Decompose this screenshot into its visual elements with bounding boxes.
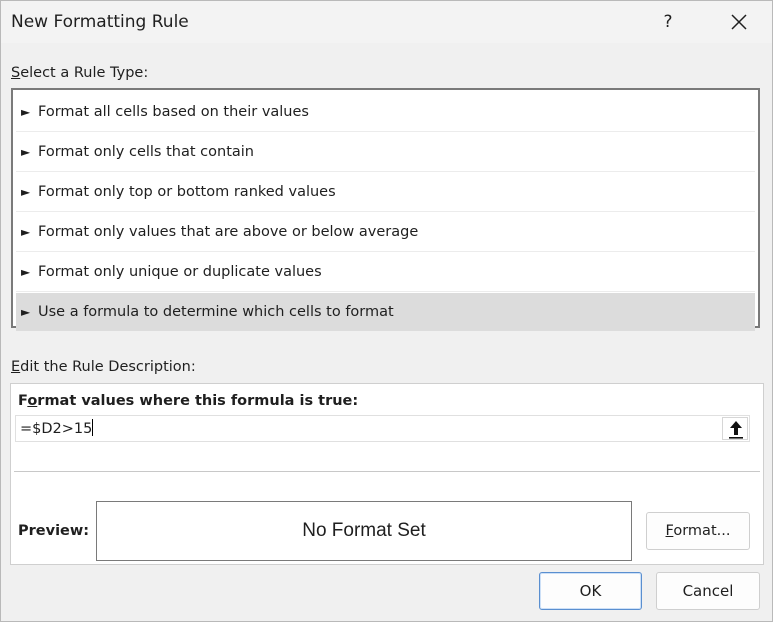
- rule-item-unique-duplicate[interactable]: ► Format only unique or duplicate values: [16, 253, 755, 292]
- rule-type-list[interactable]: ► Format all cells based on their values …: [11, 88, 760, 331]
- formula-label-start: F: [18, 393, 28, 409]
- rule-item-label: Format only cells that contain: [38, 144, 254, 160]
- pointer-arrow-icon: ►: [21, 265, 31, 279]
- rule-item-label: Format only top or bottom ranked values: [38, 184, 336, 200]
- select-rule-type-label: Select a Rule Type:: [11, 65, 148, 81]
- pointer-arrow-icon: ►: [21, 145, 31, 159]
- rule-item-above-below-average[interactable]: ► Format only values that are above or be…: [16, 213, 755, 252]
- preview-box: No Format Set: [96, 501, 632, 561]
- rule-item-label: Format all cells based on their values: [38, 104, 309, 120]
- pointer-arrow-icon: ►: [21, 185, 31, 199]
- select-rule-type-accel: S: [11, 65, 21, 81]
- rule-item-label: Format only values that are above or bel…: [38, 224, 419, 240]
- rule-item-label: Format only unique or duplicate values: [38, 264, 322, 280]
- pointer-arrow-icon: ►: [21, 305, 31, 319]
- title-bar: New Formatting Rule ?: [1, 1, 772, 43]
- rule-item-all-cells[interactable]: ► Format all cells based on their values: [16, 93, 755, 132]
- collapse-dialog-button[interactable]: [722, 417, 748, 440]
- text-caret: [92, 419, 94, 436]
- preview-label: Preview:: [18, 523, 90, 539]
- edit-rule-description-label: Edit the Rule Description:: [11, 359, 196, 375]
- up-arrow-icon: [729, 421, 743, 439]
- help-button[interactable]: ?: [652, 7, 684, 37]
- dialog-title: New Formatting Rule: [11, 12, 189, 32]
- rule-description-panel: Format values where this formula is true…: [10, 383, 764, 565]
- divider: [14, 471, 760, 472]
- rule-item-top-bottom[interactable]: ► Format only top or bottom ranked values: [16, 173, 755, 212]
- close-button[interactable]: [719, 7, 759, 37]
- new-formatting-rule-dialog: New Formatting Rule ? Select a Rule Type…: [0, 0, 773, 622]
- formula-input[interactable]: =$D2>15: [15, 415, 750, 442]
- pointer-arrow-icon: ►: [21, 105, 31, 119]
- formula-value: =$D2>15: [20, 421, 93, 437]
- rule-item-label: Use a formula to determine which cells t…: [38, 304, 394, 320]
- formula-input-text: =$D2>15: [20, 419, 94, 437]
- edit-rule-description-label-text: dit the Rule Description:: [20, 359, 196, 375]
- cancel-button[interactable]: Cancel: [656, 572, 760, 610]
- ok-button[interactable]: OK: [539, 572, 642, 610]
- formula-label-rest: rmat values where this formula is true:: [37, 393, 359, 409]
- select-rule-type-label-text: elect a Rule Type:: [20, 65, 149, 81]
- edit-rule-description-accel: E: [11, 359, 21, 375]
- format-button[interactable]: Format...: [646, 512, 750, 550]
- pointer-arrow-icon: ►: [21, 225, 31, 239]
- format-button-label: ormat...: [673, 523, 731, 539]
- formula-label-accel: o: [27, 393, 38, 409]
- rule-item-cells-contain[interactable]: ► Format only cells that contain: [16, 133, 755, 172]
- rule-item-use-formula[interactable]: ► Use a formula to determine which cells …: [16, 293, 755, 331]
- formula-label: Format values where this formula is true…: [18, 393, 358, 409]
- close-icon: [731, 14, 747, 30]
